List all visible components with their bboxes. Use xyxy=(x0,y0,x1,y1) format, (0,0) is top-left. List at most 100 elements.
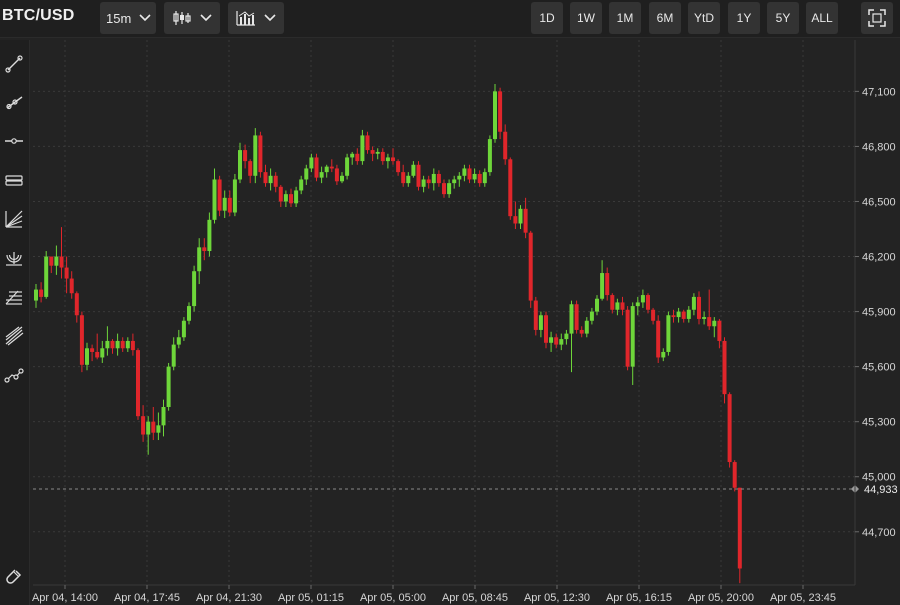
candle xyxy=(538,311,543,338)
x-tick-label: Apr 05, 08:45 xyxy=(442,592,508,604)
candle-body xyxy=(181,320,186,338)
candle-body xyxy=(74,293,79,316)
candle-body xyxy=(278,186,283,202)
candle-body xyxy=(635,302,640,307)
candle xyxy=(610,293,615,314)
candle-body xyxy=(651,309,656,321)
candle xyxy=(533,296,538,336)
range-button-1w[interactable]: 1W xyxy=(570,2,602,34)
magnet-tool[interactable] xyxy=(0,564,28,596)
candle-body xyxy=(100,348,105,358)
candle xyxy=(309,153,314,173)
path-tool[interactable] xyxy=(0,361,28,393)
candle-body xyxy=(462,168,467,176)
current-price-label: 44,933 xyxy=(864,484,898,496)
price-chart[interactable]: 44,933 44,700 45,000 45,300 45,600 45,900 46,… xyxy=(0,0,900,605)
parallel-channel-tool[interactable] xyxy=(0,166,28,198)
candle-body xyxy=(605,273,610,296)
indicators-dropdown[interactable] xyxy=(228,2,284,34)
symbol-label: BTC/USD xyxy=(2,7,75,24)
candle xyxy=(416,161,421,191)
candle-body xyxy=(217,179,222,211)
candle-body xyxy=(110,340,115,349)
y-tick-label: 45,600 xyxy=(862,362,896,374)
drawing-tools-sidebar xyxy=(0,40,30,605)
candle xyxy=(584,317,589,338)
pitchfork-tool[interactable] xyxy=(0,322,28,354)
range-button-5y[interactable]: 5Y xyxy=(767,2,799,34)
current-price-line: 44,933 xyxy=(33,484,898,496)
candle-body xyxy=(630,306,635,367)
fullscreen-button[interactable] xyxy=(861,2,893,34)
candle xyxy=(447,179,452,198)
horizontal-line-tool[interactable] xyxy=(0,127,28,159)
candle-body xyxy=(442,183,446,195)
candle xyxy=(702,311,707,325)
candle-body xyxy=(130,340,135,351)
candle xyxy=(406,172,411,187)
candle-body xyxy=(355,153,360,162)
candle xyxy=(100,340,105,363)
candle-body xyxy=(686,309,691,319)
range-button-1d[interactable]: 1D xyxy=(531,2,563,34)
candle-body xyxy=(304,168,309,180)
fib-fan-tool[interactable] xyxy=(0,205,28,237)
candle-body xyxy=(253,135,258,176)
candle-body xyxy=(406,175,411,184)
candle-body xyxy=(666,315,671,352)
candle xyxy=(120,337,125,352)
candle-body xyxy=(299,179,304,191)
candlestick-icon xyxy=(172,10,192,26)
candle xyxy=(294,186,299,207)
candle-body xyxy=(625,309,630,367)
candle xyxy=(34,284,38,308)
range-button-6m[interactable]: 6M xyxy=(649,2,681,34)
range-button-ytd[interactable]: YtD xyxy=(688,2,720,34)
candle xyxy=(549,331,554,352)
candle xyxy=(273,172,278,193)
candle xyxy=(615,298,620,316)
range-button-all[interactable]: ALL xyxy=(806,2,838,34)
candle-body xyxy=(702,317,707,319)
candle xyxy=(278,184,283,207)
chevron-down-icon xyxy=(139,14,151,22)
candle xyxy=(166,362,171,411)
chevron-down-icon xyxy=(200,14,212,22)
candle xyxy=(258,131,263,178)
ray-line-tool[interactable] xyxy=(0,88,28,120)
candle xyxy=(564,329,569,345)
fib-retracement-tool[interactable] xyxy=(0,283,28,315)
interval-dropdown[interactable]: 15m xyxy=(100,2,156,34)
candle xyxy=(329,159,334,173)
candle xyxy=(625,306,630,371)
candle xyxy=(69,271,74,299)
candle xyxy=(431,168,436,191)
candle-body xyxy=(646,295,650,310)
x-tick-label: Apr 05, 05:00 xyxy=(360,592,426,604)
candle xyxy=(365,131,370,154)
candle xyxy=(263,164,268,187)
range-button-1y[interactable]: 1Y xyxy=(728,2,760,34)
candle-body xyxy=(569,304,574,334)
candle-body xyxy=(421,179,426,187)
candle-body xyxy=(309,157,314,169)
candle-body xyxy=(712,320,717,327)
fib-arcs-tool[interactable] xyxy=(0,244,28,276)
candle xyxy=(304,164,309,185)
candle-body xyxy=(472,173,477,180)
candle-body xyxy=(436,173,441,184)
fib-retracement-icon xyxy=(4,287,24,312)
chart-type-dropdown[interactable] xyxy=(164,2,220,34)
candle xyxy=(222,190,227,218)
candle xyxy=(268,168,273,191)
candle xyxy=(319,166,324,184)
horizontal-line-icon xyxy=(4,131,24,156)
candle xyxy=(426,175,431,189)
candle-body xyxy=(600,273,605,299)
candle-body xyxy=(482,172,487,184)
range-button-1m[interactable]: 1M xyxy=(609,2,641,34)
candle-body xyxy=(447,183,452,195)
y-tick-label: 45,000 xyxy=(862,472,896,484)
candle xyxy=(181,317,186,341)
trend-line-tool[interactable] xyxy=(0,50,28,82)
